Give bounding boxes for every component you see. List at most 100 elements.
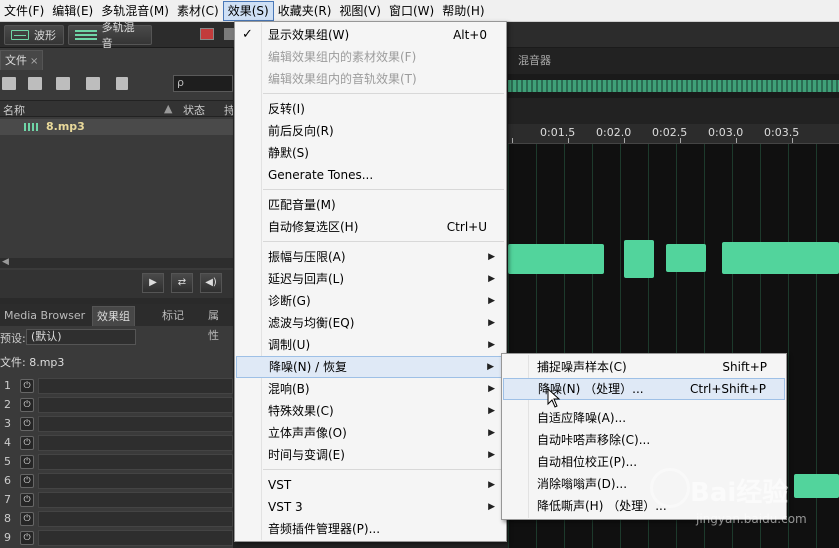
power-icon[interactable]: ⏻ bbox=[20, 455, 34, 469]
watermark: Bai经验 jingyan.baidu.com bbox=[640, 460, 835, 540]
delete-icon[interactable] bbox=[116, 77, 128, 90]
horizontal-scrollbar[interactable]: ◀ bbox=[0, 257, 233, 268]
slot-body[interactable] bbox=[38, 530, 233, 546]
new-file-icon[interactable] bbox=[56, 77, 70, 90]
menu-item-auto-heal[interactable]: 自动修复选区(H) Ctrl+U bbox=[236, 216, 505, 238]
menu-item-reverse[interactable]: 前后反向(R) bbox=[236, 120, 505, 142]
toolbar-tool-icon[interactable] bbox=[224, 28, 234, 40]
power-icon[interactable]: ⏻ bbox=[20, 474, 34, 488]
menu-help[interactable]: 帮助(H) bbox=[438, 1, 488, 21]
tab-files[interactable]: 文件 × bbox=[0, 50, 44, 70]
slot-body[interactable] bbox=[38, 473, 233, 489]
effect-slot[interactable]: 2 ⏻ bbox=[0, 396, 233, 414]
scroll-left-icon[interactable]: ◀ bbox=[2, 257, 9, 267]
power-icon[interactable]: ⏻ bbox=[20, 531, 34, 545]
column-status[interactable]: 状态 bbox=[183, 102, 205, 118]
menu-item-delay[interactable]: 延迟与回声(L) ▶ bbox=[236, 268, 505, 290]
close-icon[interactable]: × bbox=[30, 56, 38, 67]
menu-item-plugin-manager[interactable]: 音频插件管理器(P)... bbox=[236, 518, 505, 540]
column-name[interactable]: 名称 bbox=[3, 102, 25, 118]
slot-body[interactable] bbox=[38, 492, 233, 508]
menu-item-special[interactable]: 特殊效果(C) ▶ bbox=[236, 400, 505, 422]
tab-media-browser[interactable]: Media Browser bbox=[0, 306, 89, 326]
slot-number: 9 bbox=[4, 531, 11, 544]
power-icon[interactable]: ⏻ bbox=[20, 436, 34, 450]
effect-slot[interactable]: 5 ⏻ bbox=[0, 453, 233, 471]
files-panel: 文件 × ρ 名称 ▲ 状态 持 8.mp3 ◀ ▶ ⇄ ◀) bbox=[0, 48, 235, 298]
menu-multitrack[interactable]: 多轨混音(M) bbox=[97, 1, 173, 21]
open-file-icon[interactable] bbox=[2, 77, 16, 90]
list-item[interactable]: 8.mp3 bbox=[0, 119, 233, 135]
menu-item-amplitude[interactable]: 振幅与压限(A) ▶ bbox=[236, 246, 505, 268]
overview-waveform[interactable] bbox=[508, 74, 839, 98]
menu-item-label: 反转(I) bbox=[268, 102, 305, 116]
menu-item-vst3[interactable]: VST 3 ▶ bbox=[236, 496, 505, 518]
submenu-arrow-icon: ▶ bbox=[488, 340, 495, 350]
menu-item-capture-noise-print[interactable]: 捕捉噪声样本(C) Shift+P bbox=[503, 356, 785, 378]
loop-button[interactable]: ⇄ bbox=[171, 273, 193, 293]
effect-slot[interactable]: 1 ⏻ bbox=[0, 377, 233, 395]
menu-item-adaptive-noise-reduction[interactable]: 自适应降噪(A)... bbox=[503, 407, 785, 429]
tab-markers[interactable]: 标记 bbox=[158, 306, 188, 326]
slot-number: 2 bbox=[4, 398, 11, 411]
effect-slot[interactable]: 4 ⏻ bbox=[0, 434, 233, 452]
power-icon[interactable]: ⏻ bbox=[20, 417, 34, 431]
effect-slot[interactable]: 8 ⏻ bbox=[0, 510, 233, 528]
menu-item-show-effects-rack[interactable]: ✓ 显示效果组(W) Alt+0 bbox=[236, 24, 505, 46]
power-icon[interactable]: ⏻ bbox=[20, 398, 34, 412]
effect-slot[interactable]: 7 ⏻ bbox=[0, 491, 233, 509]
menu-item-generate-tones[interactable]: Generate Tones... bbox=[236, 164, 505, 186]
power-icon[interactable]: ⏻ bbox=[20, 493, 34, 507]
waveform-view-button[interactable]: 波形 bbox=[4, 25, 64, 45]
menu-item-diagnostics[interactable]: 诊断(G) ▶ bbox=[236, 290, 505, 312]
menu-item-match-volume[interactable]: 匹配音量(M) bbox=[236, 194, 505, 216]
effect-slot[interactable]: 6 ⏻ bbox=[0, 472, 233, 490]
menu-effects[interactable]: 效果(S) bbox=[222, 0, 274, 21]
preset-select[interactable]: (默认) bbox=[26, 329, 136, 345]
submenu-arrow-icon: ▶ bbox=[488, 296, 495, 306]
menu-view[interactable]: 视图(V) bbox=[335, 1, 385, 21]
power-icon[interactable]: ⏻ bbox=[20, 379, 34, 393]
menu-item-click-pop-remover[interactable]: 自动咔嗒声移除(C)... bbox=[503, 429, 785, 451]
menu-item-noise-reduction-process[interactable]: 降噪(N) （处理）... Ctrl+Shift+P bbox=[503, 378, 785, 400]
effect-slot[interactable]: 9 ⏻ bbox=[0, 529, 233, 547]
menu-item-label: 自动修复选区(H) bbox=[268, 220, 359, 234]
menu-item-time-pitch[interactable]: 时间与变调(E) ▶ bbox=[236, 444, 505, 466]
submenu-arrow-icon: ▶ bbox=[488, 384, 495, 394]
effect-slot[interactable]: 3 ⏻ bbox=[0, 415, 233, 433]
menu-item-reverb[interactable]: 混响(B) ▶ bbox=[236, 378, 505, 400]
sort-icon[interactable]: ▲ bbox=[164, 102, 172, 115]
slot-body[interactable] bbox=[38, 397, 233, 413]
menu-clip[interactable]: 素材(C) bbox=[173, 1, 223, 21]
menu-item-silence[interactable]: 静默(S) bbox=[236, 142, 505, 164]
checkmark-icon: ✓ bbox=[242, 27, 253, 42]
slot-body[interactable] bbox=[38, 435, 233, 451]
menu-item-stereo-imagery[interactable]: 立体声声像(O) ▶ bbox=[236, 422, 505, 444]
tab-mixer[interactable]: 混音器 bbox=[508, 52, 561, 70]
menu-item-label: VST bbox=[268, 478, 292, 492]
search-input[interactable]: ρ bbox=[173, 75, 233, 92]
menu-item-noise-reduction[interactable]: 降噪(N) / 恢复 ▶ bbox=[236, 356, 505, 378]
multitrack-view-button[interactable]: 多轨混音 bbox=[68, 21, 152, 50]
tab-properties[interactable]: 属性 bbox=[204, 306, 233, 342]
slot-body[interactable] bbox=[38, 454, 233, 470]
import-folder-icon[interactable] bbox=[28, 77, 42, 90]
menu-item-invert[interactable]: 反转(I) bbox=[236, 98, 505, 120]
menu-window[interactable]: 窗口(W) bbox=[385, 1, 438, 21]
slot-body[interactable] bbox=[38, 511, 233, 527]
slot-body[interactable] bbox=[38, 416, 233, 432]
insert-icon[interactable] bbox=[86, 77, 100, 90]
play-button[interactable]: ▶ bbox=[142, 273, 164, 293]
record-icon[interactable] bbox=[200, 28, 214, 40]
power-icon[interactable]: ⏻ bbox=[20, 512, 34, 526]
time-ruler[interactable]: 0:01.5 0:02.0 0:02.5 0:03.0 0:03.5 bbox=[508, 124, 839, 144]
menu-favorites[interactable]: 收藏夹(R) bbox=[274, 1, 336, 21]
menu-item-filter-eq[interactable]: 滤波与均衡(EQ) ▶ bbox=[236, 312, 505, 334]
menu-edit[interactable]: 编辑(E) bbox=[48, 1, 97, 21]
menu-file[interactable]: 文件(F) bbox=[0, 1, 48, 21]
menu-item-modulation[interactable]: 调制(U) ▶ bbox=[236, 334, 505, 356]
tab-effects-rack[interactable]: 效果组 bbox=[92, 306, 135, 326]
slot-body[interactable] bbox=[38, 378, 233, 394]
menu-item-vst[interactable]: VST ▶ bbox=[236, 474, 505, 496]
volume-button[interactable]: ◀) bbox=[200, 273, 222, 293]
